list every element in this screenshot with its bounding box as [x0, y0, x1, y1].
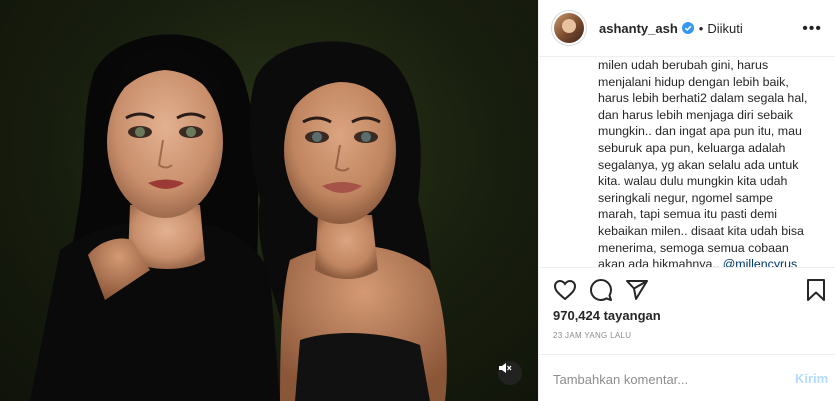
caption-last-line: akan ada hikmahnya.. @millencyrus: [598, 256, 823, 267]
caption-line: dan harus lebih menjaga diri sebaik: [598, 107, 793, 122]
caption-line: seringkali negur, ngomel sampe: [598, 190, 773, 205]
more-options-icon[interactable]: •••: [802, 20, 822, 38]
caption-line: harus lebih berhati2 dalam segala hal,: [598, 91, 808, 106]
caption-text-last: akan ada hikmahnya..: [598, 257, 720, 267]
caption-line: seburuk apa pun, keluarga adalah: [598, 140, 786, 155]
comment-form: Kirim: [539, 354, 835, 401]
caption-line: kita. walau dulu mungkin kita udah: [598, 174, 788, 189]
caption-scroll-area[interactable]: milen udah berubah gini, harus menjalani …: [539, 57, 835, 267]
comment-icon[interactable]: [589, 278, 613, 302]
post-video[interactable]: [0, 0, 538, 401]
caption-line: marah, tapi semua itu pasti demi: [598, 207, 778, 222]
view-count[interactable]: 970,424 tayangan: [553, 308, 661, 323]
mute-toggle-button[interactable]: [498, 361, 522, 385]
post-caption: milen udah berubah gini, harus menjalani …: [598, 57, 823, 267]
post-side-panel: ashanty_ash • Diikuti ••• milen udah ber…: [538, 0, 835, 401]
caption-line: segalanya, yg akan selalu ada untuk: [598, 157, 799, 172]
mention-link[interactable]: @millencyrus: [723, 257, 798, 267]
comment-input[interactable]: [553, 370, 773, 388]
action-bar: [539, 267, 835, 311]
share-icon[interactable]: [625, 278, 649, 302]
post-header: ashanty_ash • Diikuti •••: [539, 0, 835, 57]
heart-icon[interactable]: [553, 278, 577, 302]
caption-lines: milen udah berubah gini, harus menjalani …: [598, 57, 823, 256]
speaker-muted-icon: [499, 363, 512, 373]
caption-line: milen udah berubah gini, harus: [598, 58, 769, 72]
video-frame-image: [0, 0, 538, 401]
post-comment-button[interactable]: Kirim: [795, 371, 828, 386]
caption-line: menerima, semoga semua cobaan: [598, 240, 789, 255]
follow-status-button[interactable]: Diikuti: [707, 21, 742, 36]
bookmark-icon[interactable]: [804, 278, 828, 302]
caption-line: kebaikan milen.. disaat kita udah bisa: [598, 223, 804, 238]
separator-dot: •: [698, 20, 704, 36]
caption-line: menjalani hidup dengan lebih baik,: [598, 74, 789, 89]
caption-line: mungkin.. dan ingat apa pun itu, mau: [598, 124, 802, 139]
verified-badge-icon: [681, 22, 694, 34]
username-link[interactable]: ashanty_ash: [599, 21, 678, 36]
post-timestamp[interactable]: 23 JAM YANG LALU: [553, 331, 631, 340]
avatar[interactable]: [551, 10, 587, 46]
